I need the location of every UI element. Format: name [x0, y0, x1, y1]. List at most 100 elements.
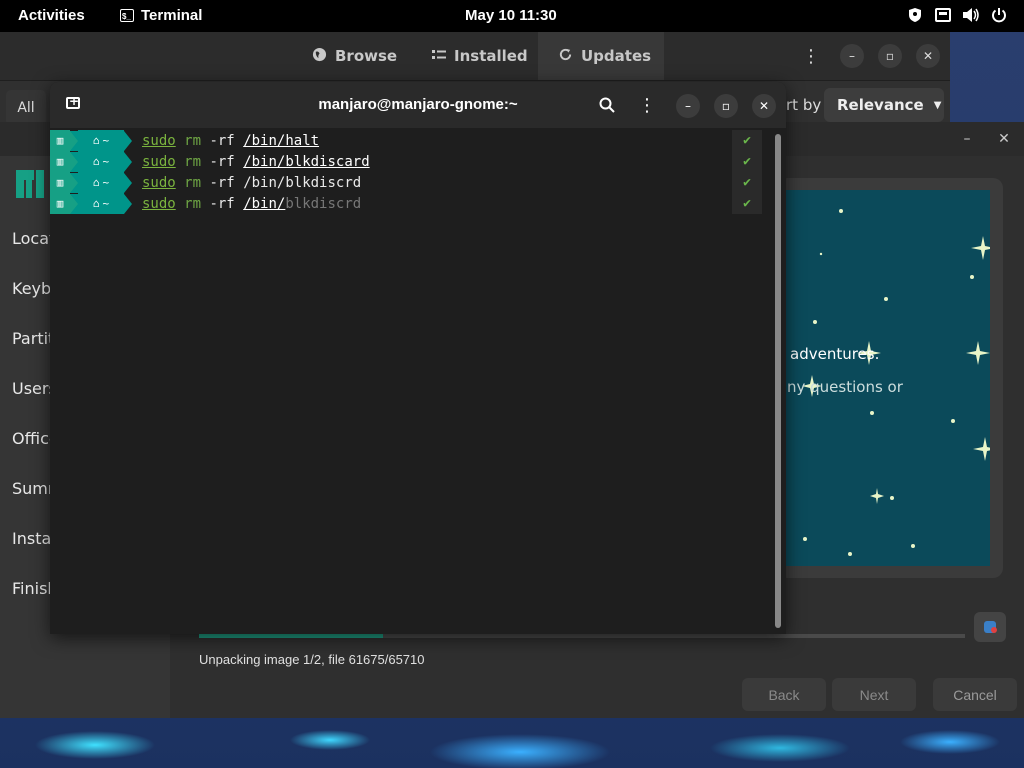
- cmd-rm: rm: [184, 174, 202, 191]
- close-button[interactable]: ✕: [916, 44, 940, 68]
- terminal-line: ▥ ⌂ ~ sudo rm -rf /bin/halt ✔: [50, 130, 762, 151]
- cmd-sudo: sudo: [142, 132, 176, 149]
- install-status-text: Unpacking image 1/2, file 61675/65710: [199, 652, 425, 667]
- cmd-path: /bin/blkdiscrd: [243, 174, 362, 191]
- command-text: sudo rm -rf /bin/blkdiscrd: [142, 175, 361, 191]
- sort-value: Relevance: [837, 96, 924, 114]
- prompt-separator: [124, 130, 132, 151]
- cmd-sudo: sudo: [142, 174, 176, 191]
- prompt-home-segment: ⌂ ~: [78, 193, 124, 214]
- prompt-separator: [124, 151, 132, 172]
- back-button[interactable]: Back: [742, 678, 826, 711]
- prompt-dir: ~: [102, 155, 110, 168]
- minimize-button[interactable]: –: [840, 44, 864, 68]
- command-text: sudo rm -rf /bin/halt: [142, 133, 319, 149]
- search-icon[interactable]: [596, 94, 618, 116]
- menu-icon[interactable]: ⋮: [799, 44, 823, 68]
- cmd-sudo: sudo: [142, 153, 176, 170]
- terminal-icon: $_: [120, 9, 134, 22]
- prompt-dir: ~: [102, 197, 110, 210]
- clock[interactable]: May 10 11:30: [465, 7, 557, 24]
- cmd-rm: rm: [184, 153, 202, 170]
- prompt-separator: [124, 193, 132, 214]
- terminal-maximize-button[interactable]: ▫: [714, 94, 738, 118]
- list-icon: [432, 47, 446, 65]
- prompt-separator: [70, 151, 78, 172]
- app-menu[interactable]: $_ Terminal: [120, 7, 202, 24]
- manjaro-prompt-icon: ▥: [50, 130, 70, 151]
- terminal-line: ▥ ⌂ ~ sudo rm -rf /bin/blkdiscrd ✔: [50, 193, 762, 214]
- sidebar-item-partitions: Partit: [12, 329, 55, 348]
- category-all[interactable]: All: [6, 90, 46, 126]
- error-dot-icon: [991, 627, 997, 633]
- prompt-separator: [70, 172, 78, 193]
- check-icon: ✔: [732, 193, 762, 214]
- app-name: Terminal: [141, 7, 203, 24]
- check-icon: ✔: [732, 130, 762, 151]
- volume-icon[interactable]: [962, 6, 980, 24]
- system-tray[interactable]: [906, 6, 1008, 24]
- prompt-separator: [70, 193, 78, 214]
- terminal-output[interactable]: ▥ ⌂ ~ sudo rm -rf /bin/halt ✔ ▥ ⌂ ~ sudo rm -rf …: [50, 130, 762, 214]
- network-icon[interactable]: [934, 6, 952, 24]
- terminal-line: ▥ ⌂ ~ sudo rm -rf /bin/blkdiscrd ✔: [50, 172, 762, 193]
- next-button[interactable]: Next: [832, 678, 916, 711]
- installer-close-button[interactable]: ✕: [992, 127, 1016, 151]
- cmd-rm: rm: [184, 195, 202, 212]
- command-text: sudo rm -rf /bin/blkdiscard: [142, 154, 370, 170]
- install-progress-bar: [199, 634, 965, 638]
- software-center-headerbar: Browse Installed Updates ⋮ – ▫ ✕: [0, 32, 950, 81]
- prompt-home-segment: ⌂ ~: [78, 130, 124, 151]
- sidebar-item-install: Insta: [12, 529, 52, 548]
- cancel-button[interactable]: Cancel: [933, 678, 1017, 711]
- progress-fill: [199, 634, 383, 638]
- activities-button[interactable]: Activities: [18, 7, 85, 24]
- terminal-headerbar: manjaro@manjaro-gnome:~ ⋮ – ▫ ✕: [50, 82, 786, 128]
- cmd-path: /bin/halt: [243, 132, 320, 149]
- tab-browse[interactable]: Browse: [292, 32, 417, 80]
- cmd-autosuggestion: blkdiscrd: [285, 195, 362, 212]
- manjaro-logo-icon: [16, 170, 44, 198]
- prompt-home-segment: ⌂ ~: [78, 172, 124, 193]
- log-toggle-button[interactable]: [974, 612, 1006, 642]
- terminal-line: ▥ ⌂ ~ sudo rm -rf /bin/blkdiscard ✔: [50, 151, 762, 172]
- terminal-minimize-button[interactable]: –: [676, 94, 700, 118]
- top-bar: Activities $_ Terminal May 10 11:30: [0, 0, 1024, 32]
- menu-icon[interactable]: ⋮: [636, 94, 658, 116]
- home-icon: ⌂: [92, 176, 100, 189]
- prompt-dir: ~: [102, 176, 110, 189]
- cmd-flag: -rf: [209, 153, 235, 170]
- cmd-rm: rm: [184, 132, 202, 149]
- prompt-separator: [70, 130, 78, 151]
- home-icon: ⌂: [92, 197, 100, 210]
- tab-browse-label: Browse: [335, 47, 398, 65]
- manjaro-prompt-icon: ▥: [50, 193, 70, 214]
- chevron-down-icon: ▼: [933, 99, 942, 111]
- check-icon: ✔: [732, 172, 762, 193]
- command-text: sudo rm -rf /bin/blkdiscrd: [142, 196, 361, 212]
- slideshow-text-primary: adventures.: [790, 345, 880, 363]
- tab-installed-label: Installed: [454, 47, 528, 65]
- tab-installed[interactable]: Installed: [412, 32, 548, 80]
- terminal-scrollbar[interactable]: [775, 134, 781, 628]
- refresh-icon: [558, 47, 573, 66]
- sidebar-item-keyboard: Keyb: [12, 279, 52, 298]
- home-icon: ⌂: [92, 155, 100, 168]
- maximize-button[interactable]: ▫: [878, 44, 902, 68]
- prompt-home-segment: ⌂ ~: [78, 151, 124, 172]
- manjaro-prompt-icon: ▥: [50, 151, 70, 172]
- slideshow-text-secondary: ny questions or: [787, 378, 903, 396]
- shield-icon[interactable]: [906, 6, 924, 24]
- sort-dropdown[interactable]: Relevance ▼: [824, 88, 944, 122]
- prompt-separator: [124, 172, 132, 193]
- cmd-flag: -rf: [209, 132, 235, 149]
- cmd-path: /bin/blkdiscard: [243, 153, 370, 170]
- terminal-close-button[interactable]: ✕: [752, 94, 776, 118]
- terminal-window[interactable]: manjaro@manjaro-gnome:~ ⋮ – ▫ ✕ ▥⌂~sudo …: [50, 82, 786, 634]
- sort-label: rt by: [786, 96, 822, 114]
- installer-minimize-button[interactable]: –: [955, 127, 979, 151]
- power-icon[interactable]: [990, 6, 1008, 24]
- cmd-flag: -rf: [209, 195, 235, 212]
- tab-updates-label: Updates: [581, 47, 652, 65]
- tab-updates[interactable]: Updates: [538, 32, 664, 80]
